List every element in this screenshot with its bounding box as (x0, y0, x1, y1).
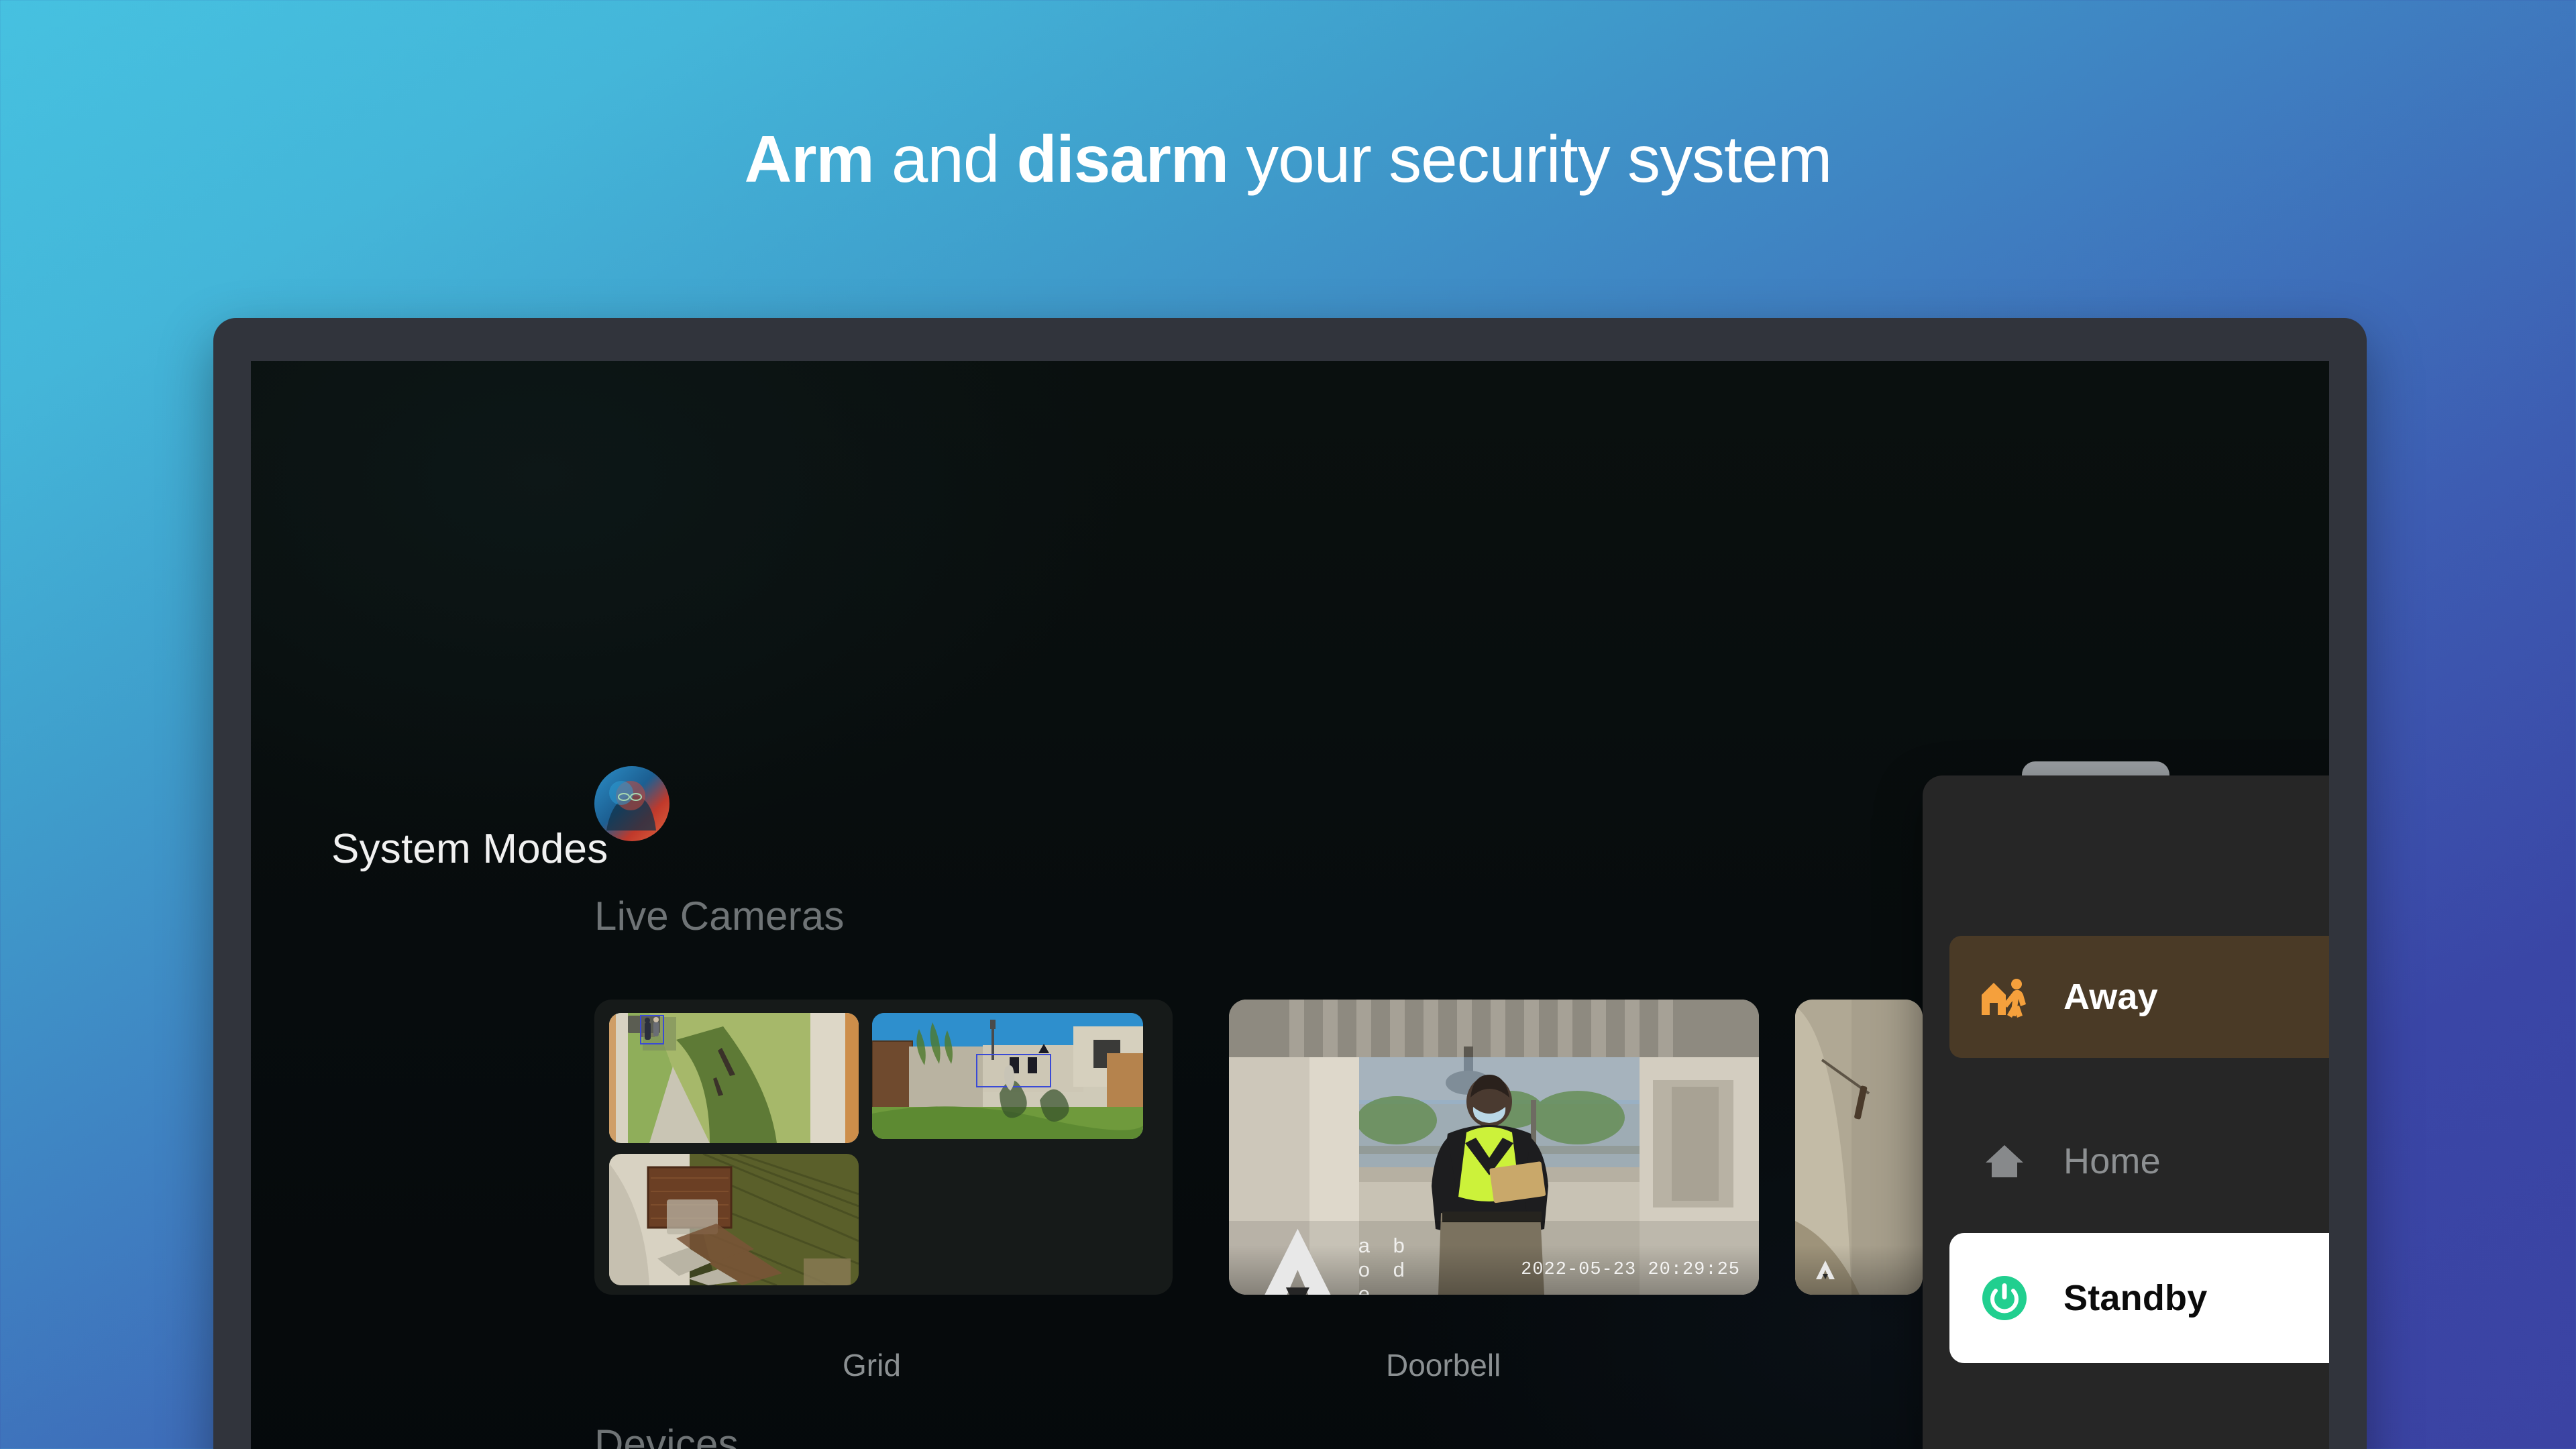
grid-tile-2-feed (872, 1013, 1143, 1139)
tablet-device-frame: Live Cameras Devices a b o d e 2022-05-2… (213, 318, 2367, 1449)
headline-and: and (873, 122, 1017, 196)
mode-label-standby: Standby (2063, 1278, 2208, 1318)
doorbell-camera-overlay: a b o d e 2022-05-23 20:29:25 (1229, 1228, 1759, 1295)
power-icon (1978, 1271, 2031, 1325)
headline-arm: Arm (744, 122, 875, 196)
abode-logo-icon (1265, 1228, 1331, 1295)
grid-tile-2[interactable] (872, 1013, 1143, 1139)
partial-camera-3-overlay (1795, 1245, 1923, 1295)
grid-tile-1[interactable] (609, 1013, 859, 1143)
camera-card-grid[interactable] (594, 1000, 1173, 1295)
headline-rest: your security system (1228, 122, 1832, 196)
mode-label-away: Away (2063, 977, 2158, 1017)
devices-title: Devices (594, 1421, 739, 1449)
mode-option-home[interactable]: Home (1949, 1124, 2329, 1198)
abode-watermark: a b o d e (1248, 1223, 1441, 1295)
mode-option-standby[interactable]: Standby (1949, 1233, 2329, 1363)
camera-card-partial-3[interactable] (1795, 1000, 1923, 1295)
home-icon (1978, 1134, 2031, 1188)
tablet-screen: Live Cameras Devices a b o d e 2022-05-2… (251, 361, 2329, 1449)
home-icon-glyph (1986, 1145, 2023, 1177)
live-cameras-title: Live Cameras (594, 894, 845, 938)
camera-card-doorbell[interactable]: a b o d e 2022-05-23 20:29:25 (1229, 1000, 1759, 1295)
power-icon-glyph (1982, 1276, 2027, 1320)
mode-option-away[interactable]: Away (1949, 936, 2329, 1058)
mode-label-home: Home (2063, 1141, 2161, 1181)
house-running-person-icon (1978, 970, 2031, 1024)
page-headline: Arm and disarm your security system (0, 122, 2576, 196)
camera-label-doorbell: Doorbell (1386, 1348, 1501, 1383)
system-modes-title: System Modes (331, 826, 608, 872)
camera-label-grid: Grid (843, 1348, 901, 1383)
house-running-person-icon-glyph (1982, 979, 2026, 1018)
abode-watermark-partial-3 (1814, 1259, 1837, 1281)
smart-home-app: Live Cameras Devices a b o d e 2022-05-2… (251, 361, 2329, 1449)
headline-disarm: disarm (1016, 122, 1229, 196)
grid-tile-1-feed (609, 1013, 859, 1143)
camera-timestamp: 2022-05-23 20:29:25 (1521, 1260, 1740, 1280)
abode-watermark-text: a b o d e (1358, 1234, 1413, 1295)
abode-logo-icon (1816, 1260, 1835, 1279)
